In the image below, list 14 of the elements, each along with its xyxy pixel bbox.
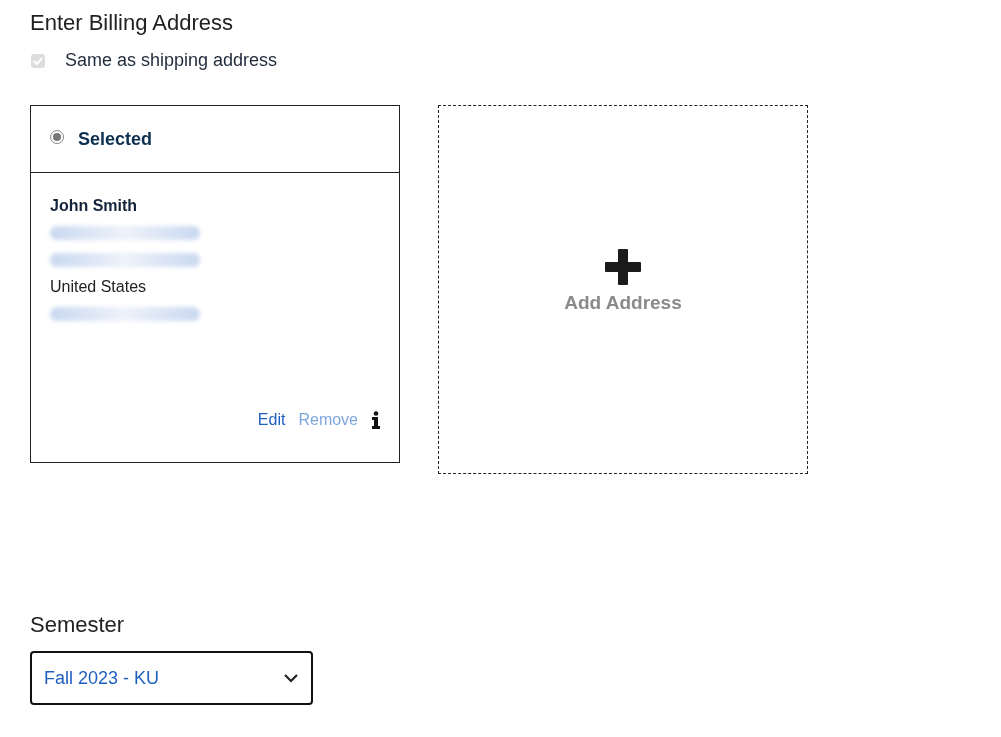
dropdown-value: Fall 2023 - KU [44,667,160,689]
checkbox-label: Same as shipping address [65,50,278,71]
radio-button[interactable] [50,130,64,144]
card-header: Selected [78,128,153,150]
section-title: Enter Billing Address [30,10,233,36]
field-label: Semester [30,612,125,638]
add-address-button[interactable]: Add Address [438,105,808,474]
plus-icon [604,248,642,286]
address-name: John Smith [50,197,138,215]
card-link[interactable]: Edit [257,411,286,429]
chevron-down-icon [283,673,299,683]
address-line: United States [50,277,147,296]
info-icon[interactable] [371,411,381,429]
semester-dropdown[interactable]: Fall 2023 - KU [30,651,313,705]
